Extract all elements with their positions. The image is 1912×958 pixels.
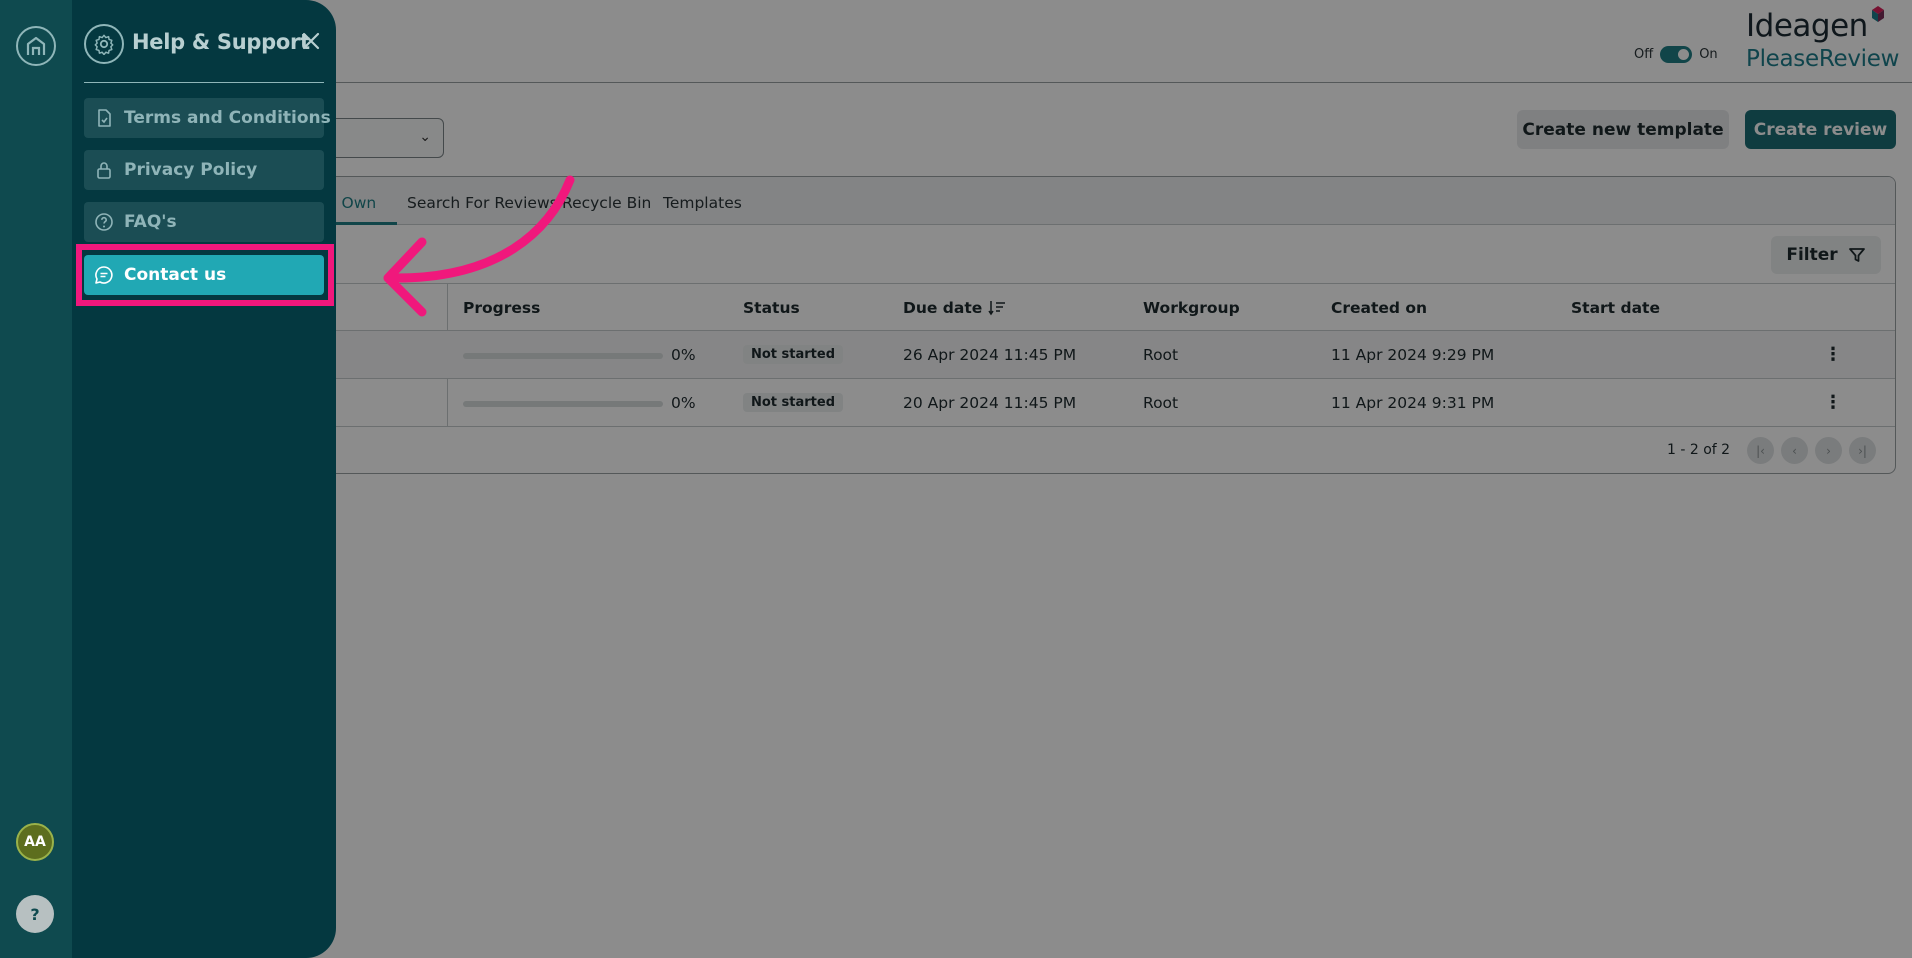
pointer-arrow-icon	[383, 175, 575, 317]
left-rail: AA ?	[0, 0, 72, 958]
menu-item-label: Privacy Policy	[124, 160, 258, 180]
close-icon[interactable]	[300, 30, 322, 52]
menu-item-terms[interactable]: Terms and Conditions	[84, 98, 331, 138]
question-circle-icon	[95, 213, 113, 231]
gear-icon	[84, 24, 124, 64]
drawer-title: Help & Support	[132, 30, 310, 54]
home-button[interactable]	[16, 26, 56, 66]
highlight-box	[76, 244, 334, 306]
help-button[interactable]: ?	[16, 895, 54, 933]
menu-item-privacy[interactable]: Privacy Policy	[84, 150, 324, 190]
lock-icon	[97, 162, 111, 179]
menu-item-label: Terms and Conditions	[124, 108, 331, 128]
home-icon	[26, 36, 46, 55]
drawer-divider	[84, 82, 324, 83]
menu-item-label: FAQ's	[124, 212, 177, 232]
help-support-drawer: Help & Support Terms and Conditions Priv…	[72, 0, 336, 958]
user-avatar[interactable]: AA	[16, 823, 54, 861]
menu-item-faqs[interactable]: FAQ's	[84, 202, 324, 242]
document-icon	[98, 109, 111, 127]
